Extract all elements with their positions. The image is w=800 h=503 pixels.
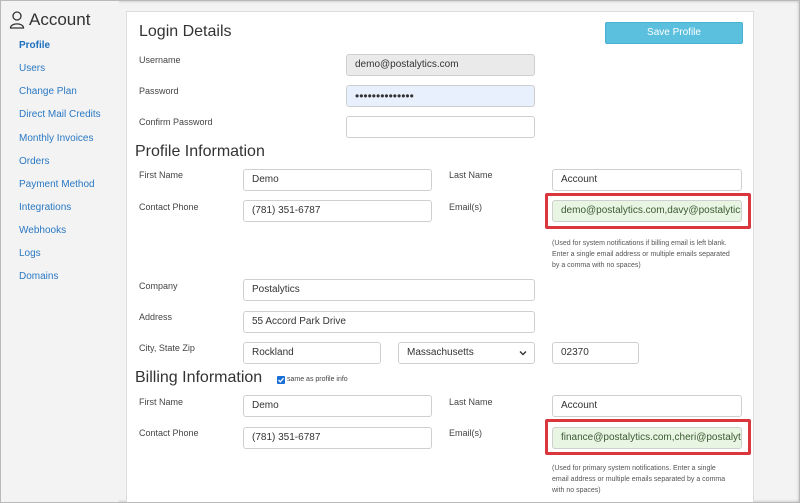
password-input[interactable]: •••••••••••••• <box>346 85 535 107</box>
sidebar-item-change-plan[interactable]: Change Plan <box>19 86 77 97</box>
billing-email-help-2: email address or multiple emails separat… <box>552 476 726 483</box>
sidebar-item-profile[interactable]: Profile <box>19 40 50 51</box>
billing-first-name-input[interactable]: Demo <box>243 395 432 417</box>
city-state-zip-label: City, State Zip <box>139 343 195 353</box>
billing-email-help-3: with no spaces) <box>552 487 601 494</box>
profile-email-help-1: (Used for system notifications if billin… <box>552 240 727 247</box>
account-title: Account <box>9 10 90 30</box>
sidebar-item-monthly-invoices[interactable]: Monthly Invoices <box>19 133 93 144</box>
same-as-profile-checkbox[interactable] <box>277 376 285 384</box>
billing-last-name-label: Last Name <box>449 397 493 407</box>
username-label: Username <box>139 55 181 65</box>
state-select[interactable]: Massachusetts <box>398 342 535 364</box>
confirm-password-label: Confirm Password <box>139 117 213 127</box>
billing-phone-label: Contact Phone <box>139 428 199 438</box>
account-title-text: Account <box>29 10 91 29</box>
password-label: Password <box>139 86 179 96</box>
address-label: Address <box>139 312 173 322</box>
checkmark-icon <box>278 377 285 383</box>
profile-phone-input[interactable]: (781) 351-6787 <box>243 200 432 222</box>
profile-phone-label: Contact Phone <box>139 202 199 212</box>
sidebar-item-direct-mail-credits[interactable]: Direct Mail Credits <box>19 109 101 120</box>
chevron-down-icon <box>519 351 527 356</box>
company-input[interactable]: Postalytics <box>243 279 535 301</box>
sidebar-item-domains[interactable]: Domains <box>19 271 58 282</box>
sidebar-item-webhooks[interactable]: Webhooks <box>19 225 66 236</box>
username-input[interactable]: demo@postalytics.com <box>346 54 535 76</box>
profile-panel: Login Details Save Profile Username demo… <box>126 11 754 502</box>
same-as-profile-label: same as profile info <box>287 376 348 383</box>
billing-information-heading: Billing Information <box>135 369 263 386</box>
profile-last-name-label: Last Name <box>449 170 493 180</box>
city-input[interactable]: Rockland <box>243 342 381 364</box>
billing-email-help-1: (Used for primary system notifications. … <box>552 465 716 472</box>
sidebar-item-integrations[interactable]: Integrations <box>19 202 71 213</box>
user-icon <box>9 11 25 29</box>
zip-input[interactable]: 02370 <box>552 342 639 364</box>
profile-last-name-input[interactable]: Account <box>552 169 742 191</box>
sidebar-item-payment-method[interactable]: Payment Method <box>19 179 95 190</box>
billing-email-label: Email(s) <box>449 428 482 438</box>
profile-email-help-3: by a comma with no spaces) <box>552 262 641 269</box>
page-frame: Account Profile Users Change Plan Direct… <box>0 0 800 503</box>
billing-phone-input[interactable]: (781) 351-6787 <box>243 427 432 449</box>
billing-last-name-input[interactable]: Account <box>552 395 742 417</box>
confirm-password-input[interactable] <box>346 116 535 138</box>
profile-first-name-label: First Name <box>139 170 184 180</box>
sidebar-item-orders[interactable]: Orders <box>19 156 50 167</box>
billing-first-name-label: First Name <box>139 397 184 407</box>
profile-email-label: Email(s) <box>449 202 482 212</box>
sidebar-item-users[interactable]: Users <box>19 63 45 74</box>
company-label: Company <box>139 281 178 291</box>
profile-email-input[interactable]: demo@postalytics.com,davy@postalytics.c <box>552 200 742 222</box>
profile-information-heading: Profile Information <box>135 143 265 160</box>
billing-email-input[interactable]: finance@postalytics.com,cheri@postalytic <box>552 427 742 449</box>
state-select-value: Massachusetts <box>407 347 474 358</box>
sidebar-item-logs[interactable]: Logs <box>19 248 41 259</box>
login-details-heading: Login Details <box>139 23 232 40</box>
sidebar: Account Profile Users Change Plan Direct… <box>1 1 119 502</box>
save-profile-button[interactable]: Save Profile <box>605 22 743 44</box>
profile-email-help-2: Enter a single email address or multiple… <box>552 251 730 258</box>
profile-first-name-input[interactable]: Demo <box>243 169 432 191</box>
address-input[interactable]: 55 Accord Park Drive <box>243 311 535 333</box>
